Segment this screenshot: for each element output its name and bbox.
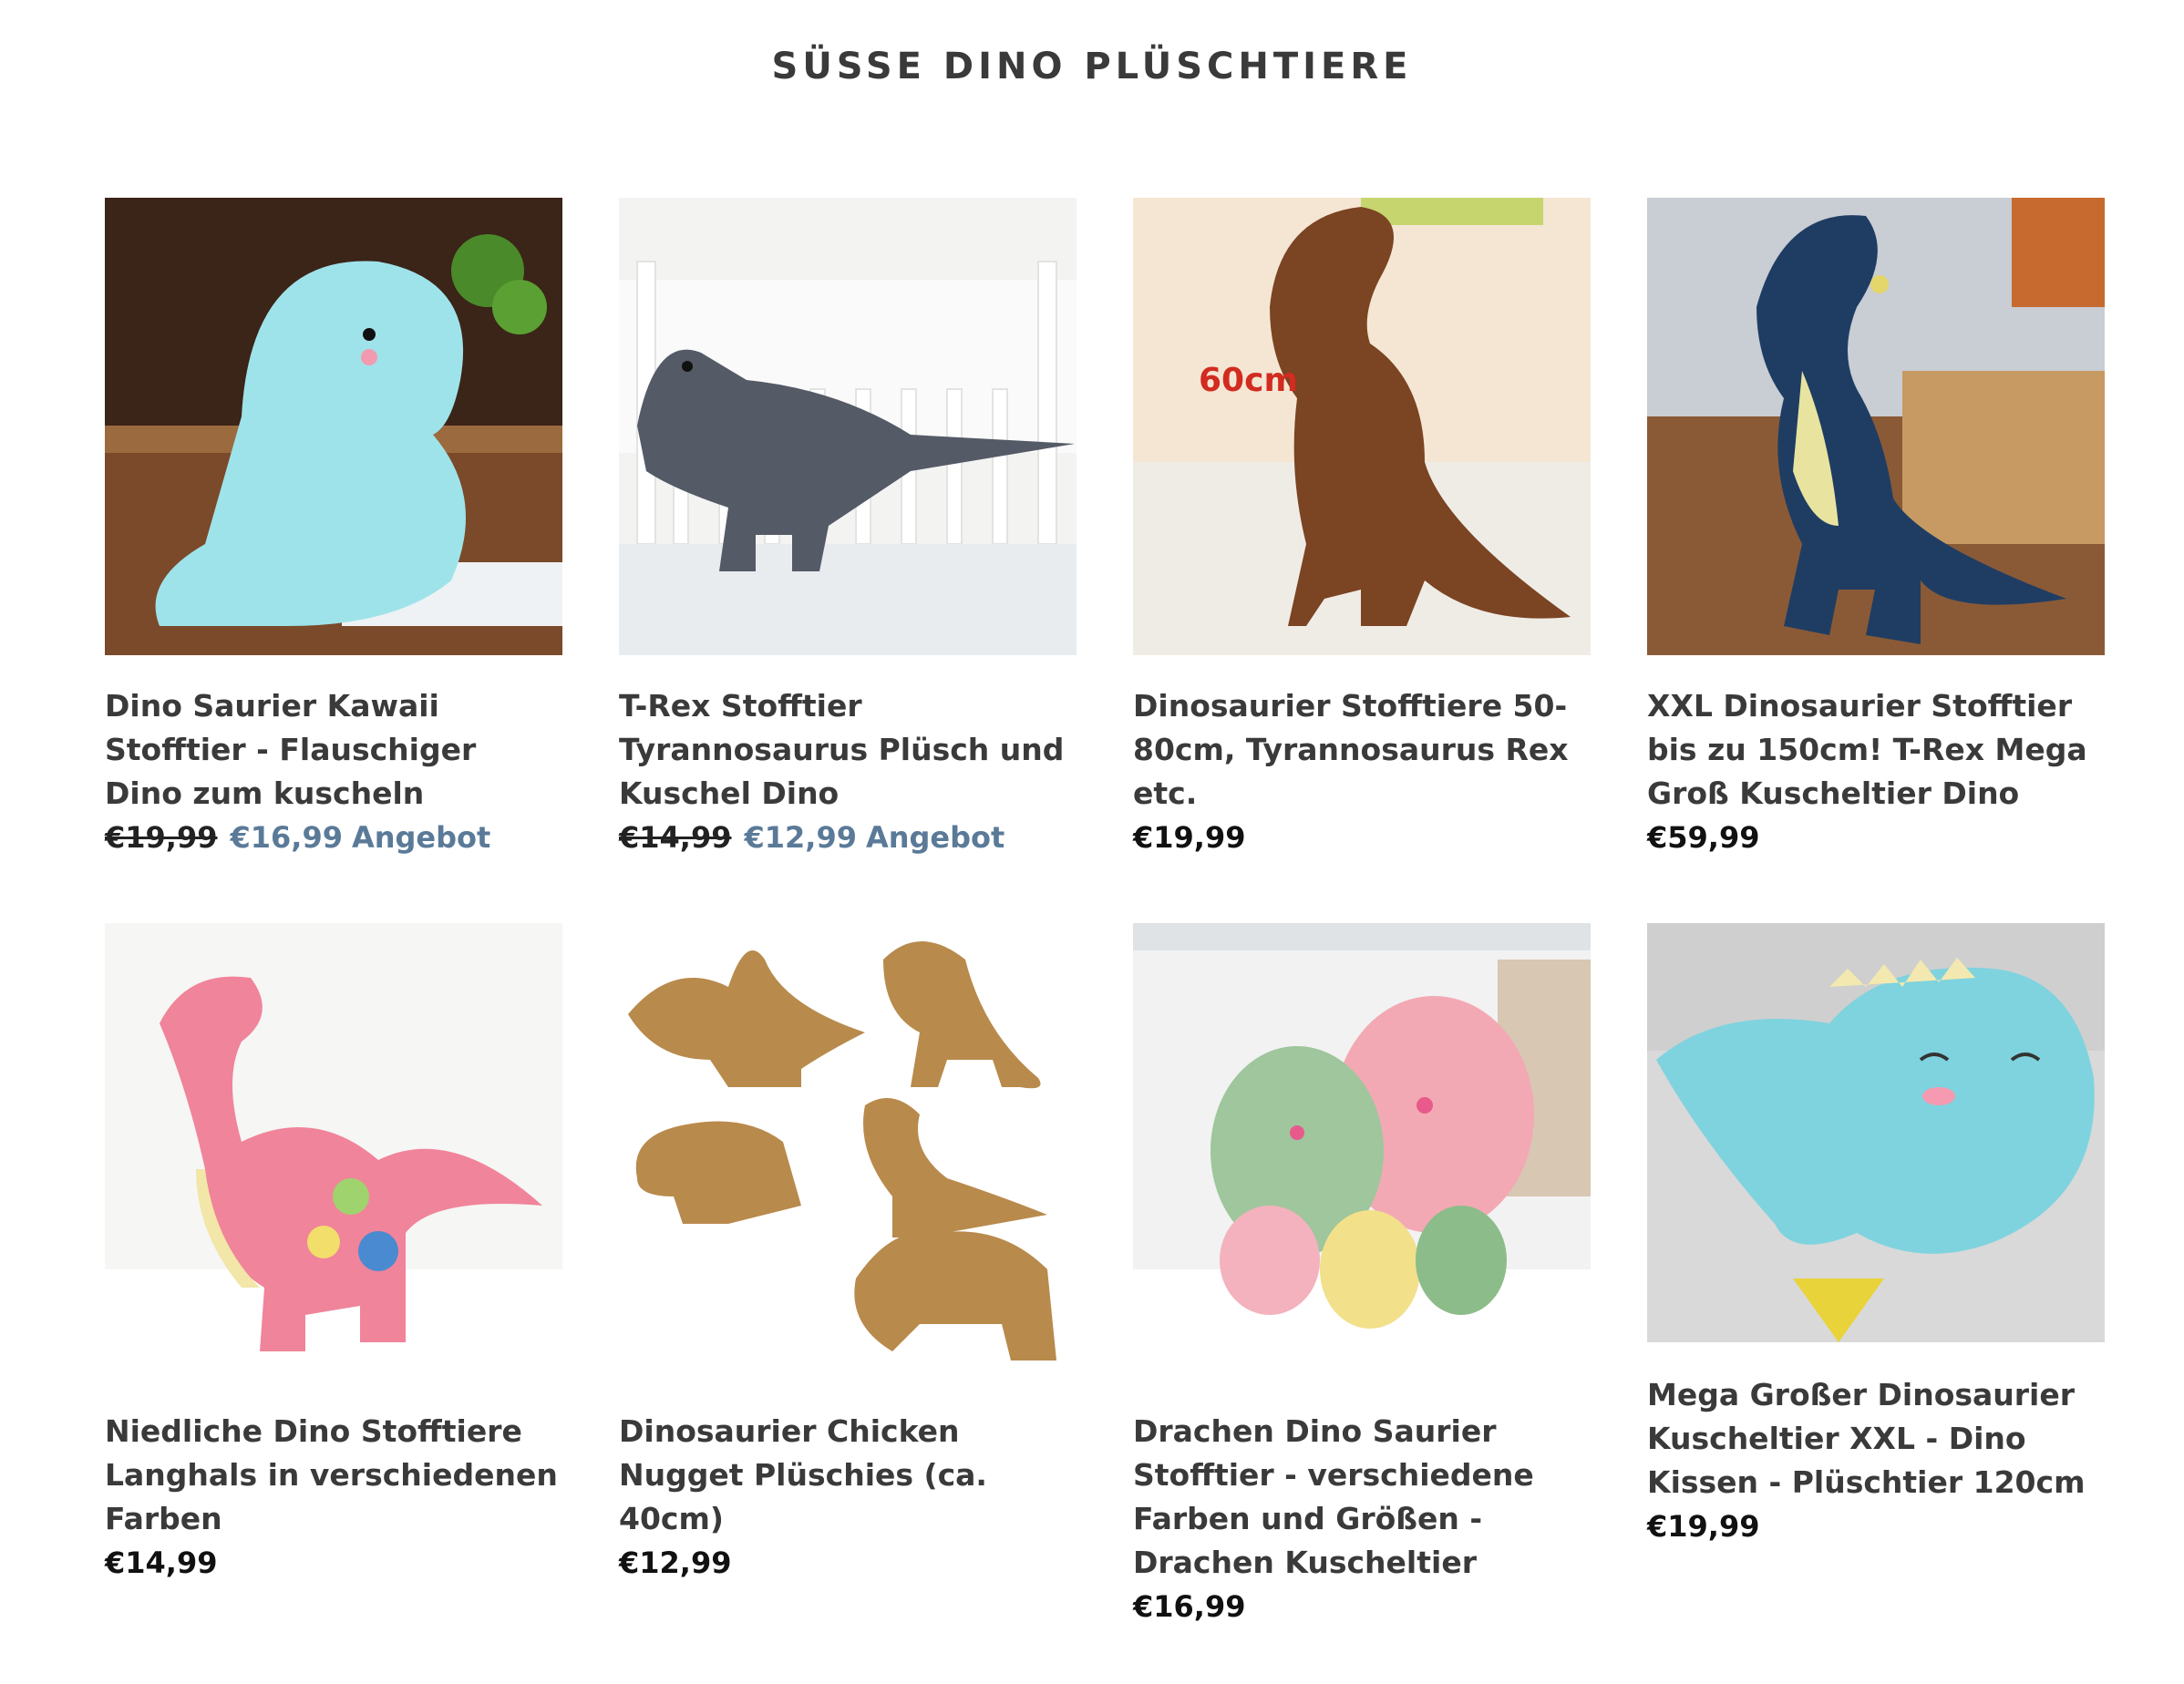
product-card[interactable]: Drachen Dino Saurier Stofftier - verschi… xyxy=(1133,923,1591,1628)
price: €16,99 xyxy=(1133,1589,1246,1624)
product-card[interactable]: XXL Dinosaurier Stofftier bis zu 150cm! … xyxy=(1647,198,2105,923)
price: €14,99 xyxy=(105,1545,218,1580)
product-card[interactable]: Dinosaurier Chicken Nugget Plüschies (ca… xyxy=(619,923,1077,1628)
section-title: SÜSSE DINO PLÜSCHTIERE xyxy=(771,46,1413,87)
product-title[interactable]: XXL Dinosaurier Stofftier bis zu 150cm! … xyxy=(1647,684,2105,816)
sale-label: Angebot xyxy=(865,820,1005,855)
chicken-nugget-dinos-image xyxy=(619,923,1077,1381)
price: €19,99 xyxy=(1647,1509,1760,1544)
blue-trex-image xyxy=(1647,198,2105,655)
grey-trex-image xyxy=(619,198,1077,655)
size-label: 60cm xyxy=(1199,362,1298,399)
product-price: €14,99 xyxy=(105,1541,562,1585)
price-sale: €12,99 xyxy=(744,820,857,855)
product-price: €19,99 xyxy=(1133,816,1591,859)
product-price: €14,99 €12,99 Angebot xyxy=(619,816,1077,859)
price-original: €14,99 xyxy=(619,820,732,855)
product-title[interactable]: Drachen Dino Saurier Stofftier - verschi… xyxy=(1133,1410,1591,1585)
product-image[interactable] xyxy=(1647,923,2105,1342)
product-price: €12,99 xyxy=(619,1541,1077,1585)
product-card[interactable]: 60cm Dinosaurier Stofftiere 50-80cm, Tyr… xyxy=(1133,198,1591,923)
price: €12,99 xyxy=(619,1545,732,1580)
product-title[interactable]: Dino Saurier Kawaii Stofftier - Flauschi… xyxy=(105,684,562,816)
product-title[interactable]: T-Rex Stofftier Tyrannosaurus Plüsch und… xyxy=(619,684,1077,816)
product-card[interactable]: T-Rex Stofftier Tyrannosaurus Plüsch und… xyxy=(619,198,1077,923)
sale-label: Angebot xyxy=(351,820,491,855)
product-title[interactable]: Mega Großer Dinosaurier Kuscheltier XXL … xyxy=(1647,1373,2105,1504)
product-image[interactable] xyxy=(105,198,562,655)
price: €59,99 xyxy=(1647,820,1760,855)
price-sale: €16,99 xyxy=(230,820,343,855)
product-title[interactable]: Niedliche Dino Stofftiere Langhals in ve… xyxy=(105,1410,562,1541)
product-title[interactable]: Dinosaurier Chicken Nugget Plüschies (ca… xyxy=(619,1410,1077,1541)
blue-lying-dino-image xyxy=(1647,923,2105,1342)
brown-trex-image: 60cm xyxy=(1133,198,1591,655)
collection-page: SÜSSE DINO PLÜSCHTIERE Dino Saurier Kawa… xyxy=(0,0,2184,1684)
product-title[interactable]: Dinosaurier Stofftiere 50-80cm, Tyrannos… xyxy=(1133,684,1591,816)
product-card[interactable]: Niedliche Dino Stofftiere Langhals in ve… xyxy=(105,923,562,1628)
product-grid: Dino Saurier Kawaii Stofftier - Flauschi… xyxy=(105,198,2105,1628)
product-image[interactable] xyxy=(1133,923,1591,1381)
product-price: €19,99 xyxy=(1647,1504,2105,1548)
product-image[interactable] xyxy=(619,198,1077,655)
product-card[interactable]: Dino Saurier Kawaii Stofftier - Flauschi… xyxy=(105,198,562,923)
product-card[interactable]: Mega Großer Dinosaurier Kuscheltier XXL … xyxy=(1647,923,2105,1628)
product-price: €59,99 xyxy=(1647,816,2105,859)
pink-longneck-dino-image xyxy=(105,923,562,1381)
product-image[interactable] xyxy=(105,923,562,1381)
product-price: €19,99 €16,99 Angebot xyxy=(105,816,562,859)
price: €19,99 xyxy=(1133,820,1246,855)
product-price: €16,99 xyxy=(1133,1585,1591,1628)
product-image[interactable] xyxy=(1647,198,2105,655)
product-image[interactable]: 60cm xyxy=(1133,198,1591,655)
product-image[interactable] xyxy=(619,923,1077,1381)
dragon-dino-family-image xyxy=(1133,923,1591,1381)
price-original: €19,99 xyxy=(105,820,218,855)
light-blue-kawaii-dino-image xyxy=(105,198,562,655)
